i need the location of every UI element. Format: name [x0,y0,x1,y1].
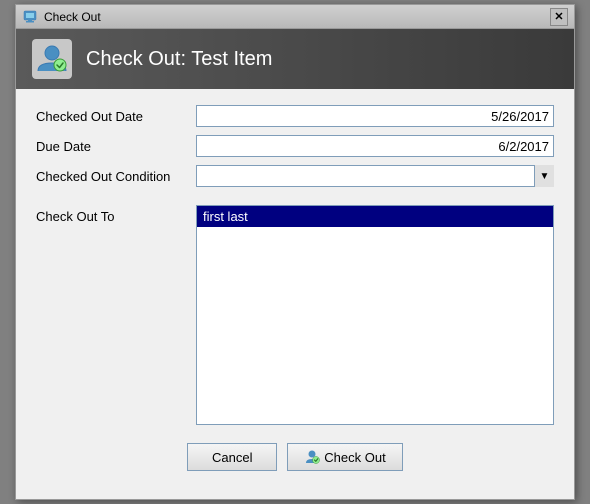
checked-out-condition-label: Checked Out Condition [36,169,196,184]
buttons-row: Cancel Check Out [36,435,554,483]
checked-out-condition-row: Checked Out Condition Good Fair Poor ▼ [36,165,554,187]
checkout-to-list[interactable]: first last [196,205,554,425]
title-bar-left: Check Out [22,9,101,25]
cancel-button[interactable]: Cancel [187,443,277,471]
condition-select[interactable]: Good Fair Poor [196,165,554,187]
checkout-button[interactable]: Check Out [287,443,402,471]
due-date-label: Due Date [36,139,196,154]
title-bar: Check Out ✕ [16,5,574,29]
checked-out-date-label: Checked Out Date [36,109,196,124]
spacer [36,195,554,205]
checked-out-date-row: Checked Out Date [36,105,554,127]
due-date-input[interactable] [196,135,554,157]
checked-out-date-input[interactable] [196,105,554,127]
dialog-title: Check Out: Test Item [86,48,272,71]
title-bar-text: Check Out [44,10,101,24]
checkout-icon [32,39,72,79]
due-date-row: Due Date [36,135,554,157]
window-icon [22,9,38,25]
checkout-btn-icon [304,449,320,465]
checkout-dialog: Check Out ✕ Check Out: Test Item Checked… [15,4,575,500]
close-button[interactable]: ✕ [550,8,568,26]
cancel-label: Cancel [212,450,252,465]
checkout-to-label: Check Out To [36,205,196,224]
checkout-label: Check Out [324,450,385,465]
dialog-header: Check Out: Test Item [16,29,574,89]
list-item-selected[interactable]: first last [197,206,553,227]
condition-select-wrapper: Good Fair Poor ▼ [196,165,554,187]
checkout-to-row: Check Out To first last [36,205,554,425]
dialog-content: Checked Out Date Due Date Checked Out Co… [16,89,574,499]
